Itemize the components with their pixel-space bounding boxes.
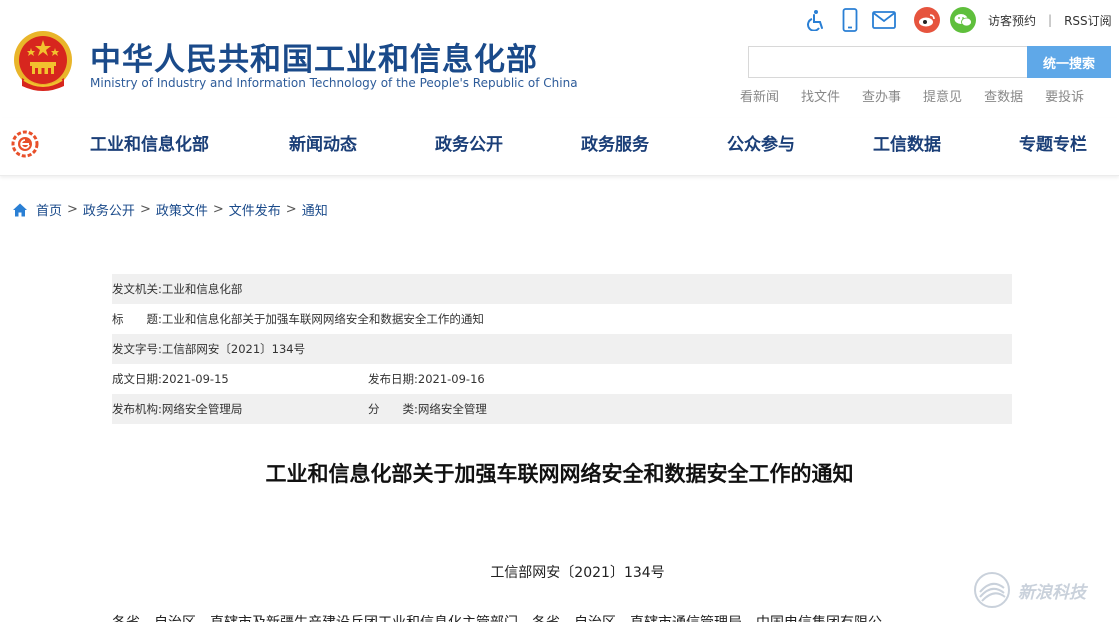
- visitor-appointment-link[interactable]: 访客预约: [988, 12, 1036, 29]
- issuer-value: 工业和信息化部: [161, 282, 243, 296]
- document-title: 工业和信息化部关于加强车联网网络安全和数据安全工作的通知: [265, 462, 854, 486]
- created-date-value: 2021-09-15: [161, 372, 229, 386]
- search-input[interactable]: [749, 47, 1028, 77]
- top-link-separator: |: [1048, 13, 1053, 27]
- document-info-table: 发文机关: 工业和信息化部 标 题: 工业和信息化部关于加强车联网网络安全和数据…: [112, 274, 1012, 424]
- quick-link-complaint[interactable]: 要投诉: [1045, 86, 1084, 105]
- doc-number-label: 发文字号:: [112, 342, 162, 356]
- sina-tech-watermark: 新浪科技: [972, 568, 1108, 612]
- published-date-label: 发布日期:: [368, 372, 418, 386]
- site-header: 中华人民共和国工业和信息化部 Ministry of Industry and …: [0, 0, 1119, 118]
- accessibility-icon[interactable]: [804, 8, 828, 32]
- created-date-label: 成文日期:: [112, 372, 162, 386]
- title-label: 标 题:: [112, 312, 162, 326]
- nav-item-public-participation[interactable]: 公众参与: [727, 130, 795, 155]
- category-label: 分 类:: [368, 402, 418, 416]
- document-number: 工信部网安〔2021〕134号: [490, 565, 665, 581]
- nav-item-news[interactable]: 新闻动态: [289, 130, 357, 155]
- breadcrumb-separator: >: [67, 202, 78, 217]
- info-row-title: 标 题: 工业和信息化部关于加强车联网网络安全和数据安全工作的通知: [112, 304, 1012, 334]
- watermark-text: 新浪科技: [1018, 582, 1086, 603]
- quick-link-services[interactable]: 查办事: [862, 86, 901, 105]
- mail-icon[interactable]: [872, 8, 896, 32]
- site-subtitle: Ministry of Industry and Information Tec…: [90, 76, 578, 90]
- title-value: 工业和信息化部关于加强车联网网络安全和数据安全工作的通知: [161, 312, 484, 326]
- miit-logo-icon[interactable]: [10, 129, 40, 159]
- breadcrumb-doc-release[interactable]: 文件发布: [229, 200, 281, 219]
- breadcrumb-home[interactable]: 首页: [36, 200, 62, 219]
- breadcrumb-notice[interactable]: 通知: [302, 200, 328, 219]
- wechat-icon[interactable]: [950, 7, 976, 33]
- category-value: 网络安全管理: [417, 402, 487, 416]
- sina-logo-icon: [974, 572, 1010, 608]
- breadcrumb-separator: >: [139, 202, 151, 217]
- home-icon[interactable]: [12, 202, 28, 218]
- top-toolbar: 访客预约 | RSS订阅: [804, 7, 1112, 33]
- issuer-label: 发文机关:: [112, 282, 162, 296]
- weibo-icon[interactable]: [914, 7, 940, 33]
- quick-link-feedback[interactable]: 提意见: [923, 86, 962, 105]
- info-row-doc-number: 发文字号: 工信部网安〔2021〕134号: [112, 334, 1012, 364]
- breadcrumb-separator: >: [212, 202, 224, 217]
- search-button[interactable]: 统一搜索: [1027, 46, 1111, 78]
- mobile-icon[interactable]: [838, 8, 862, 32]
- nav-item-gov-info[interactable]: 政务公开: [435, 130, 503, 155]
- org-label: 发布机构:: [112, 402, 162, 416]
- breadcrumb-separator: >: [285, 202, 297, 217]
- org-value: 网络安全管理局: [161, 402, 243, 416]
- quick-links: 看新闻 找文件 查办事 提意见 查数据 要投诉: [740, 86, 1084, 105]
- published-date-value: 2021-09-16: [417, 372, 485, 386]
- info-row-dates: 成文日期: 2021-09-15 发布日期: 2021-09-16: [112, 364, 1012, 394]
- document-body-text: 各省、自治区、直辖市及新疆生产建设兵团工业和信息化主管部门，各省、自治区、直辖市…: [112, 612, 1112, 622]
- breadcrumb-policy-docs[interactable]: 政策文件: [156, 200, 208, 219]
- quick-link-data[interactable]: 查数据: [984, 86, 1023, 105]
- quick-link-news[interactable]: 看新闻: [740, 86, 779, 105]
- nav-item-data[interactable]: 工信数据: [873, 130, 941, 155]
- rss-link[interactable]: RSS订阅: [1064, 12, 1112, 29]
- nav-item-gov-service[interactable]: 政务服务: [581, 130, 649, 155]
- search-box: [748, 46, 1028, 78]
- main-nav: 工业和信息化部 新闻动态 政务公开 政务服务 公众参与 工信数据 专题专栏: [0, 118, 1119, 176]
- breadcrumb: 首页 > 政务公开 > 政策文件 > 文件发布 > 通知: [12, 200, 328, 219]
- info-row-issuer: 发文机关: 工业和信息化部: [112, 274, 1012, 304]
- national-emblem-icon[interactable]: [12, 30, 74, 94]
- doc-number-value: 工信部网安〔2021〕134号: [161, 342, 306, 356]
- quick-link-files[interactable]: 找文件: [801, 86, 840, 105]
- nav-item-ministry[interactable]: 工业和信息化部: [90, 130, 209, 155]
- breadcrumb-gov-info[interactable]: 政务公开: [83, 200, 135, 219]
- site-title[interactable]: 中华人民共和国工业和信息化部: [90, 34, 538, 79]
- info-row-org: 发布机构: 网络安全管理局 分 类: 网络安全管理: [112, 394, 1012, 424]
- nav-item-topics[interactable]: 专题专栏: [1019, 130, 1087, 155]
